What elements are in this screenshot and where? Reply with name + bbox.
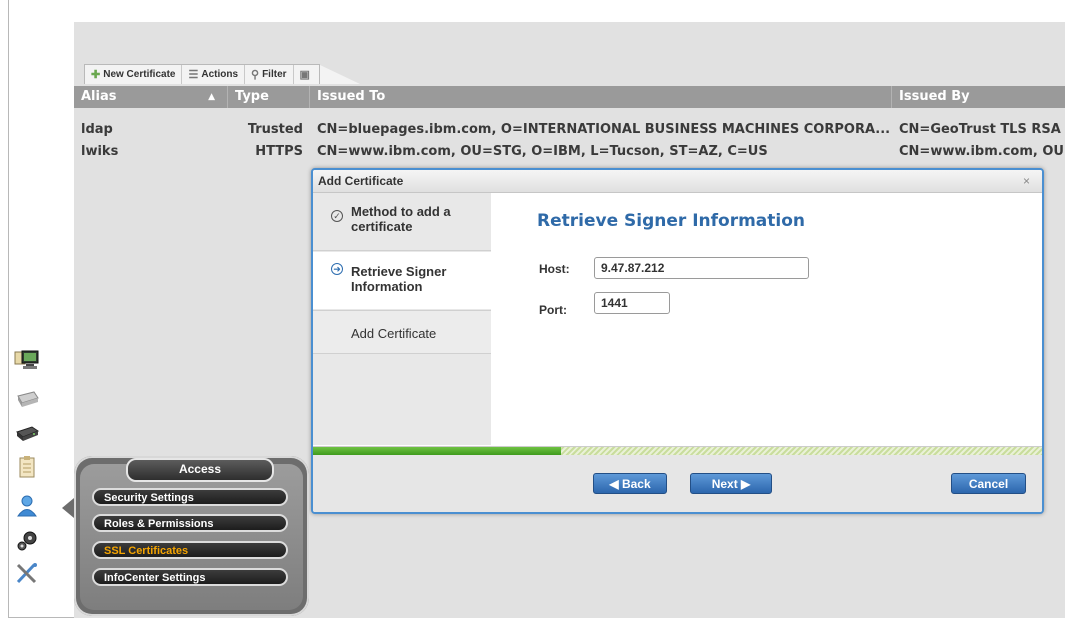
table-row[interactable]: ldap Trusted CN=bluepages.ibm.com, O=INT… (74, 119, 1065, 140)
certificate-table-header: Alias ▲ Type Issued To Issued By (74, 86, 1065, 108)
popup-pointer (62, 498, 74, 518)
column-header-alias[interactable]: Alias ▲ (74, 86, 228, 108)
filter-label: Filter (262, 69, 287, 80)
storage-device-icon[interactable] (14, 422, 40, 444)
close-icon[interactable]: × (1023, 170, 1030, 192)
actions-menu-button[interactable]: ☰ Actions (182, 65, 246, 84)
column-header-issued-to[interactable]: Issued To (310, 86, 892, 108)
access-popup-menu: Access Security Settings Roles & Permiss… (74, 456, 309, 616)
cell-type: HTTPS (255, 144, 303, 159)
progress-fill (313, 447, 561, 455)
wizard-step-add-certificate[interactable]: Add Certificate (313, 310, 491, 354)
menu-item-infocenter-settings[interactable]: InfoCenter Settings (92, 568, 288, 586)
cell-type: Trusted (247, 122, 303, 137)
actions-label: Actions (201, 69, 239, 80)
cell-issued-to: CN=www.ibm.com, OU=STG, O=IBM, L=Tucson,… (317, 144, 768, 159)
certificate-toolbar: ✚ New Certificate ☰ Actions ⚲ Filter ▣ (84, 64, 360, 84)
cell-alias: lwiks (81, 144, 119, 159)
column-header-type[interactable]: Type (228, 86, 310, 108)
dialog-title: Add Certificate (318, 174, 404, 188)
wizard-content: Retrieve Signer Information Host: 9.47.8… (491, 193, 1042, 445)
next-button[interactable]: Next ▶ (690, 473, 772, 494)
save-button[interactable]: ▣ (294, 65, 319, 84)
save-icon: ▣ (299, 69, 310, 81)
dialog-title-bar: Add Certificate × (313, 170, 1042, 193)
plus-icon: ✚ (91, 69, 101, 81)
access-menu-title: Access (126, 458, 274, 482)
user-icon[interactable] (14, 495, 40, 517)
cell-issued-by: CN=www.ibm.com, OU= (899, 144, 1065, 159)
server-icon[interactable] (14, 388, 40, 410)
list-icon: ☰ (188, 69, 199, 81)
cell-issued-by: CN=GeoTrust TLS RSA (899, 122, 1061, 137)
filter-button[interactable]: ⚲ Filter (245, 65, 294, 84)
port-input[interactable]: 1441 (594, 292, 670, 314)
step-label: Method to add a certificate (351, 204, 451, 234)
page-title: Retrieve Signer Information (537, 211, 805, 231)
wizard-progress-bar (313, 446, 1042, 455)
arrow-right-circle-icon: ➜ (331, 263, 343, 275)
search-icon: ⚲ (251, 69, 260, 81)
cell-alias: ldap (81, 122, 113, 137)
step-label: Retrieve Signer Information (351, 264, 447, 294)
tools-icon[interactable] (14, 562, 40, 584)
port-label: Port: (539, 303, 567, 317)
new-certificate-label: New Certificate (103, 69, 176, 80)
toolbar-tab-edge (319, 64, 360, 84)
new-certificate-button[interactable]: ✚ New Certificate (85, 65, 183, 84)
cell-issued-to: CN=bluepages.ibm.com, O=INTERNATIONAL BU… (317, 122, 891, 137)
wizard-steps: ✓ Method to add a certificate ➜ Retrieve… (313, 193, 491, 445)
menu-item-roles-permissions[interactable]: Roles & Permissions (92, 514, 288, 532)
host-label: Host: (539, 262, 570, 276)
step-label: Add Certificate (351, 326, 437, 341)
sort-ascending-icon: ▲ (208, 92, 215, 102)
menu-item-ssl-certificates[interactable]: SSL Certificates (92, 541, 288, 559)
access-menu-panel: Access Security Settings Roles & Permiss… (80, 458, 303, 610)
host-input[interactable]: 9.47.87.212 (594, 257, 809, 279)
alias-header-label: Alias (81, 89, 117, 104)
wizard-step-method[interactable]: ✓ Method to add a certificate (313, 193, 491, 251)
clipboard-icon[interactable] (14, 456, 40, 478)
cancel-button[interactable]: Cancel (951, 473, 1026, 494)
gears-icon[interactable] (14, 530, 40, 552)
dialog-footer: ◀ Back Next ▶ Cancel (313, 455, 1042, 512)
monitor-icon[interactable] (14, 350, 40, 372)
add-certificate-dialog: Add Certificate × ✓ Method to add a cert… (311, 168, 1044, 514)
menu-item-security-settings[interactable]: Security Settings (92, 488, 288, 506)
wizard-step-retrieve-signer[interactable]: ➜ Retrieve Signer Information (313, 252, 491, 309)
back-button[interactable]: ◀ Back (593, 473, 667, 494)
table-row[interactable]: lwiks HTTPS CN=www.ibm.com, OU=STG, O=IB… (74, 141, 1065, 162)
checkmark-icon: ✓ (331, 210, 343, 222)
column-header-issued-by[interactable]: Issued By (892, 86, 1065, 108)
